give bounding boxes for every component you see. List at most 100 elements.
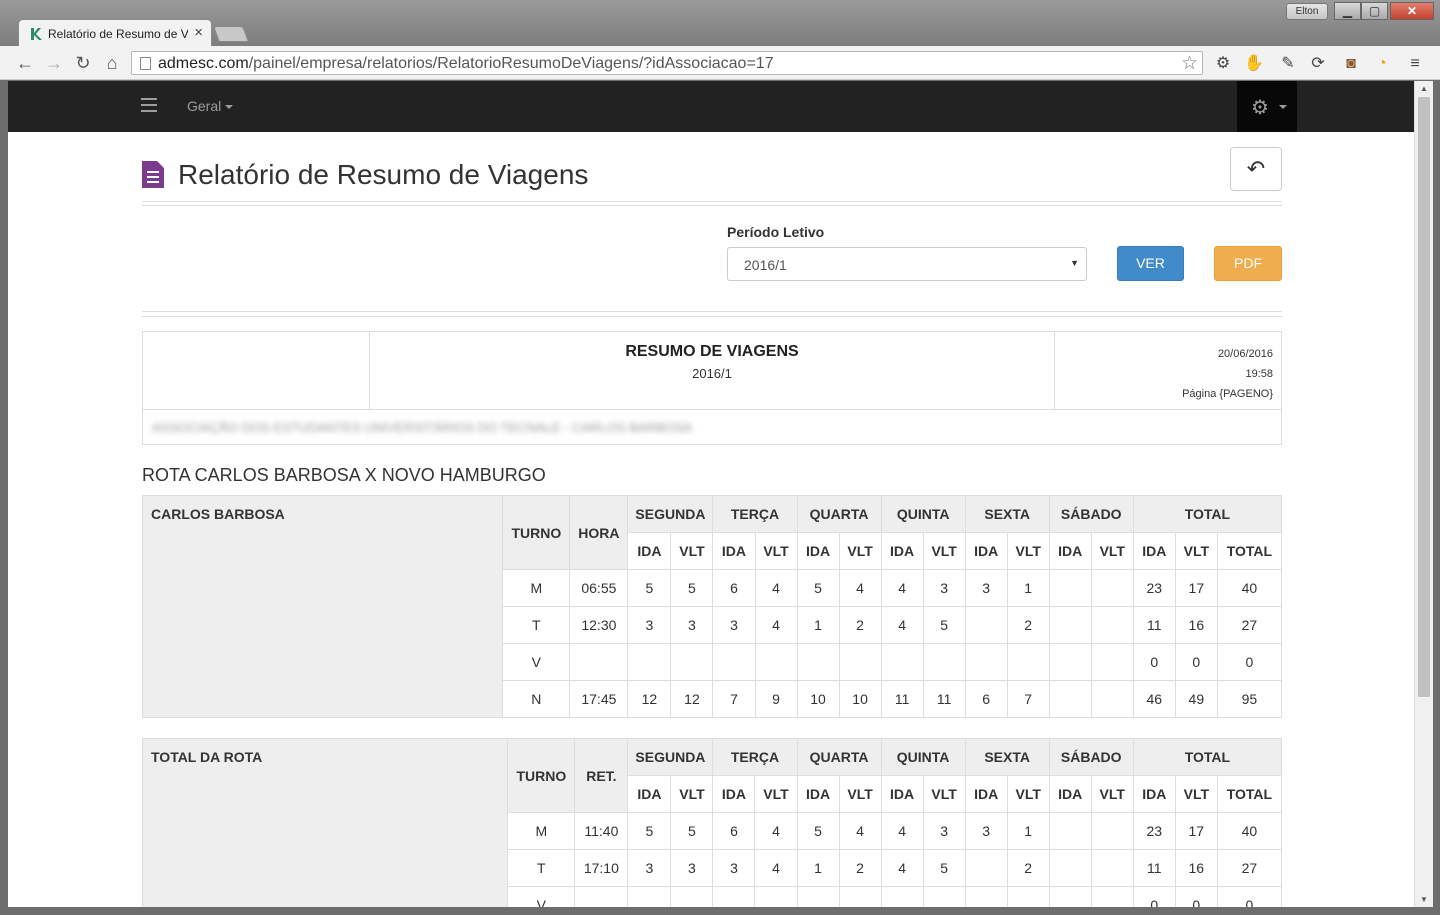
cell-count: 4 xyxy=(754,606,798,644)
table-header-row: CARLOS BARBOSA TURNO HORA SEGUNDA TERÇA QUART… xyxy=(141,495,1283,718)
nav-geral-dropdown[interactable]: Geral xyxy=(187,98,234,114)
cell-count: 3 xyxy=(922,812,966,850)
back-icon[interactable]: ← xyxy=(14,52,36,74)
caret-down-icon xyxy=(1279,105,1287,109)
address-bar[interactable]: admesc.com/painel/empresa/relatorios/Rel… xyxy=(131,51,1203,75)
browser-titlebar: Relatório de Resumo de V × Elton ▁ ▢ ✕ xyxy=(0,0,1440,47)
forward-icon[interactable]: → xyxy=(43,52,65,74)
report-title: RESUMO DE VIAGENS xyxy=(625,343,799,360)
cell-total: 16 xyxy=(1174,606,1218,644)
cell-count xyxy=(627,643,672,681)
top-navbar: Geral ⚙ xyxy=(8,81,1414,132)
cell-count xyxy=(1090,569,1134,607)
scroll-down-icon[interactable]: ▼ xyxy=(1420,895,1428,904)
cell-count xyxy=(838,886,882,907)
back-button[interactable]: ↶ xyxy=(1230,147,1282,191)
scrollbar-thumb[interactable] xyxy=(1418,97,1430,697)
report-meta-cell: 20/06/2016 19:58 Página {PAGENO} xyxy=(1055,332,1281,409)
cell-count xyxy=(1090,886,1134,907)
col-sub: IDA xyxy=(627,775,672,813)
cell-total: 49 xyxy=(1174,680,1218,718)
vertical-scrollbar[interactable]: ▲ ▼ xyxy=(1414,81,1433,907)
tab-close-icon[interactable]: × xyxy=(194,24,203,41)
cell-count: 3 xyxy=(627,849,672,887)
maximize-button[interactable]: ▢ xyxy=(1361,2,1388,20)
report-association-row: ASSOCIAÇÃO DOS ESTUDANTES UNIVERSITÁRIOS… xyxy=(143,409,1281,444)
menu-icon[interactable]: ≡ xyxy=(1405,54,1425,74)
extension-icon[interactable]: ✋ xyxy=(1244,54,1264,74)
ver-button[interactable]: VER xyxy=(1117,246,1184,281)
report-date: 20/06/2016 xyxy=(1217,348,1273,360)
cell-count xyxy=(796,886,840,907)
cell-count: 12 xyxy=(670,680,714,718)
page-title: Relatório de Resumo de Viagens xyxy=(178,159,589,190)
cell-count xyxy=(1048,680,1092,718)
divider xyxy=(142,205,1282,206)
periodo-letivo-select[interactable]: 2016/1 ▼ xyxy=(727,247,1087,281)
rss-extension-icon[interactable]: ◔ xyxy=(1372,54,1392,74)
cell-total: 0 xyxy=(1216,886,1283,907)
periodo-letivo-label: Período Letivo xyxy=(727,224,825,240)
cell-count: 7 xyxy=(1006,680,1050,718)
close-window-button[interactable]: ✕ xyxy=(1390,2,1434,20)
new-tab-button[interactable] xyxy=(213,26,249,42)
cell-count xyxy=(754,886,798,907)
bookmark-star-icon[interactable]: ☆ xyxy=(1181,52,1198,75)
cell-count xyxy=(1090,849,1134,887)
cell-count: 1 xyxy=(1006,812,1050,850)
cell-count: 4 xyxy=(754,849,798,887)
url-text[interactable]: admesc.com/painel/empresa/relatorios/Rel… xyxy=(158,55,774,73)
col-sub-total: VLT xyxy=(1174,532,1218,570)
cell-count xyxy=(1048,606,1092,644)
col-sub-total: TOTAL xyxy=(1216,775,1283,813)
cell-hora: 12:30 xyxy=(569,606,629,644)
cell-count: 3 xyxy=(964,812,1008,850)
col-sub-total: IDA xyxy=(1132,775,1176,813)
col-sub: VLT xyxy=(754,532,798,570)
cell-count xyxy=(880,643,924,681)
cell-count: 4 xyxy=(880,812,924,850)
col-hora: HORA xyxy=(569,495,629,570)
cell-count: 3 xyxy=(922,569,966,607)
cell-count xyxy=(1048,643,1092,681)
cell-count xyxy=(880,886,924,907)
scroll-up-icon[interactable]: ▲ xyxy=(1420,84,1428,93)
cell-count: 12 xyxy=(627,680,672,718)
settings-dropdown[interactable]: ⚙ xyxy=(1237,81,1297,132)
hamburger-menu-icon[interactable] xyxy=(141,98,157,112)
reply-icon: ↶ xyxy=(1246,156,1266,181)
route-total-table: TOTAL DA ROTA TURNO RET. SEGUNDA TERÇA QUARTA… xyxy=(141,738,1283,907)
browser-tab[interactable]: Relatório de Resumo de V × xyxy=(18,19,212,47)
eyedropper-extension-icon[interactable]: ✎ xyxy=(1278,54,1298,74)
col-sub: IDA xyxy=(1048,532,1092,570)
col-hora: RET. xyxy=(574,738,629,813)
cell-count: 4 xyxy=(880,569,924,607)
col-sub: VLT xyxy=(838,532,882,570)
browser-toolbar: ← → ↻ ⌂ admesc.com/painel/empresa/relato… xyxy=(0,46,1440,80)
cell-count xyxy=(964,606,1008,644)
cell-total: 0 xyxy=(1174,643,1218,681)
reload-icon[interactable]: ↻ xyxy=(72,52,94,74)
pdf-button[interactable]: PDF xyxy=(1214,246,1282,281)
settings-extension-icon[interactable]: ⚙ xyxy=(1213,54,1233,74)
cell-count: 1 xyxy=(1006,569,1050,607)
home-icon[interactable]: ⌂ xyxy=(101,52,123,74)
col-sub: VLT xyxy=(1006,532,1050,570)
cell-count xyxy=(1006,886,1050,907)
document-icon xyxy=(142,161,164,188)
sync-extension-icon[interactable]: ⟳ xyxy=(1308,54,1328,74)
cell-total: 95 xyxy=(1216,680,1283,718)
cell-count: 5 xyxy=(796,569,840,607)
cell-count: 2 xyxy=(838,606,882,644)
cell-count xyxy=(712,886,756,907)
minimize-button[interactable]: ▁ xyxy=(1334,2,1361,20)
cell-count xyxy=(1048,886,1092,907)
site-favicon-icon xyxy=(31,28,42,40)
col-turno: TURNO xyxy=(502,495,571,570)
report-time: 19:58 xyxy=(1245,368,1273,380)
instagram-extension-icon[interactable]: ◙ xyxy=(1341,54,1361,74)
cell-count xyxy=(1090,680,1134,718)
profile-button[interactable]: Elton xyxy=(1286,3,1328,20)
cell-count: 3 xyxy=(964,569,1008,607)
cell-count xyxy=(796,643,840,681)
